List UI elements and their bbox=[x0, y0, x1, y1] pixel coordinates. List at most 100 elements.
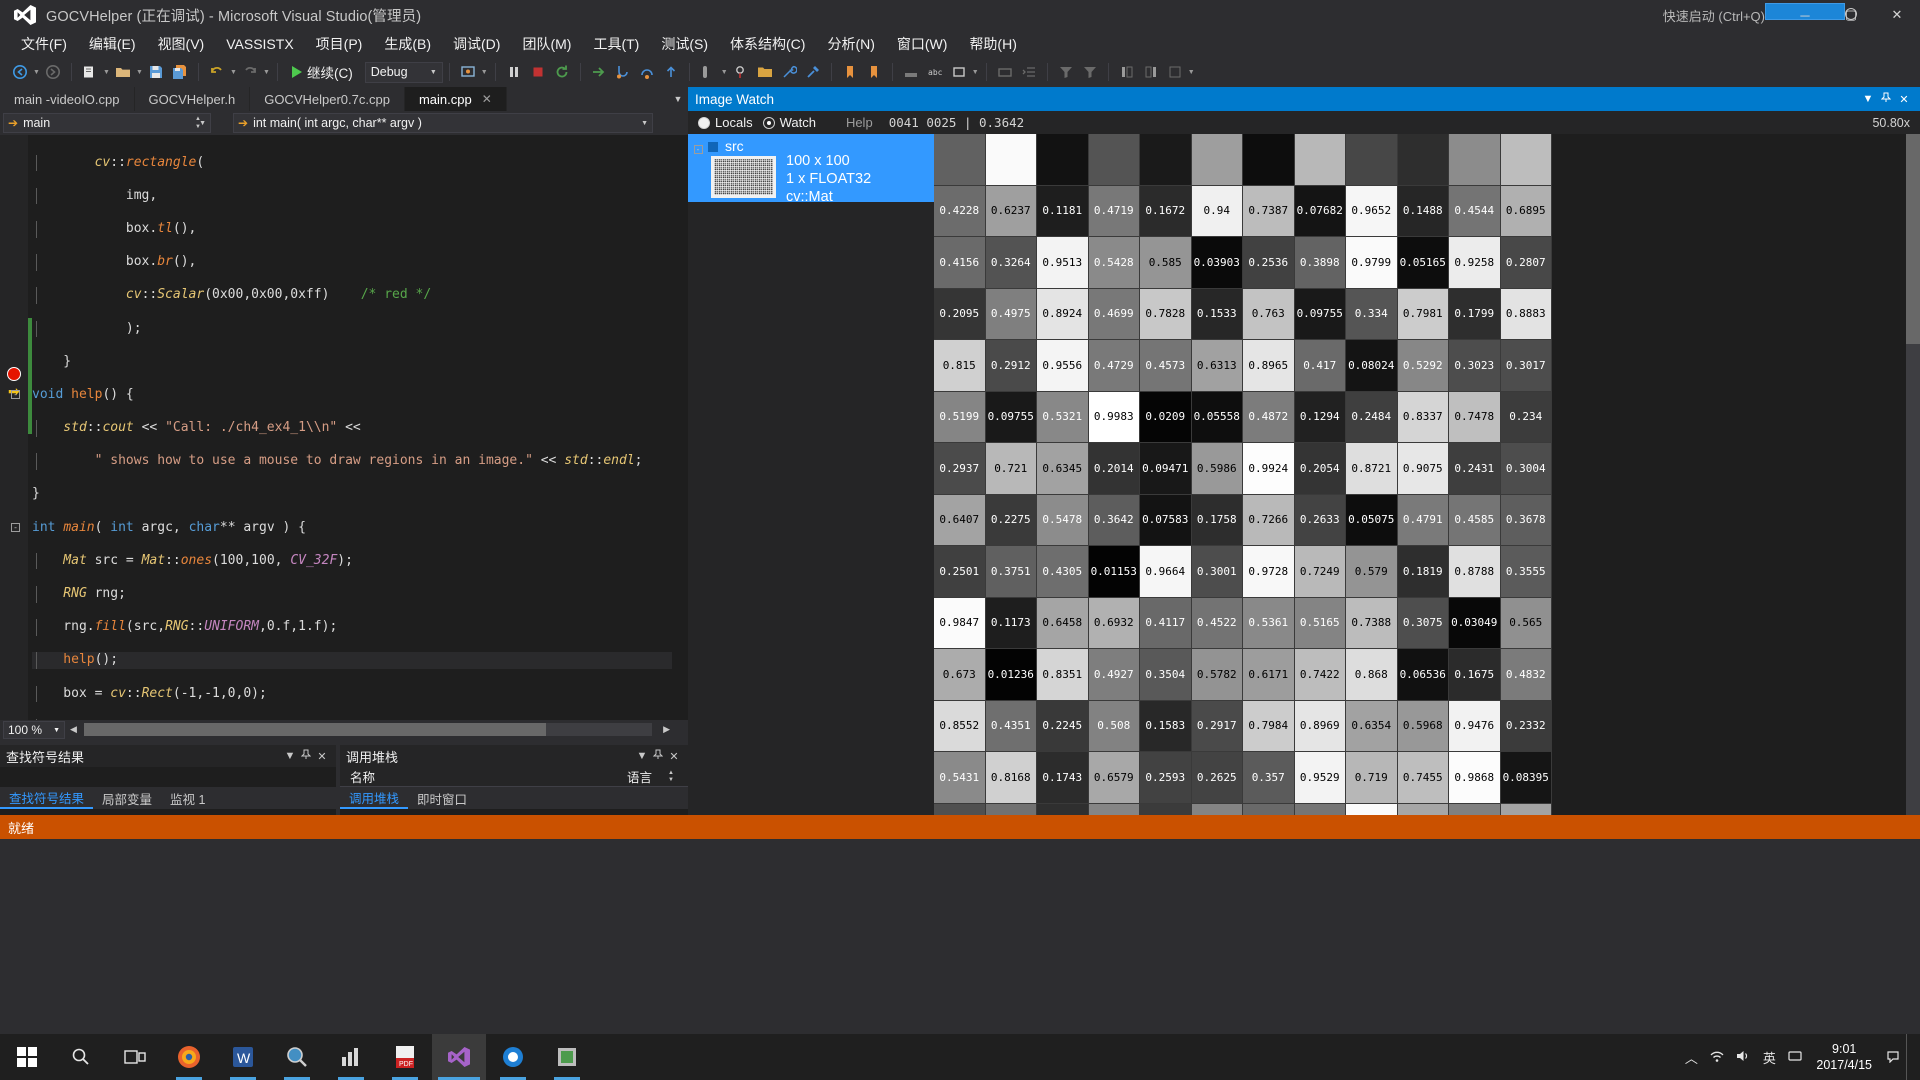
pixel-cell[interactable] bbox=[1294, 134, 1346, 186]
pixel-cell[interactable]: 0.7478 bbox=[1449, 391, 1501, 443]
pixel-cell[interactable]: 0.6354 bbox=[1346, 700, 1398, 752]
pixel-cell[interactable]: 0.4156 bbox=[934, 237, 986, 289]
pixel-cell[interactable]: 0.05165 bbox=[1397, 237, 1449, 289]
pixel-cell[interactable]: 0.03903 bbox=[1191, 237, 1243, 289]
pixel-cell[interactable]: 0.1672 bbox=[1140, 185, 1192, 237]
pixel-cell[interactable]: 0.6895 bbox=[1500, 185, 1552, 237]
pixel-cell[interactable] bbox=[1140, 134, 1192, 186]
taskview-icon[interactable] bbox=[108, 1034, 162, 1080]
word-icon[interactable]: W bbox=[216, 1034, 270, 1080]
pixel-cell[interactable]: 0.6345 bbox=[1037, 443, 1089, 495]
menu-item-edit[interactable]: 编辑(E) bbox=[78, 31, 147, 57]
pixel-cell[interactable]: 0.815 bbox=[934, 340, 986, 392]
pixel-cell[interactable]: 0.673 bbox=[934, 649, 986, 701]
pixel-cell[interactable]: 0.9983 bbox=[1088, 391, 1140, 443]
pixel-cell[interactable]: 0.08395 bbox=[1500, 752, 1552, 804]
pixel-cell[interactable]: 0.4587 bbox=[1294, 803, 1346, 815]
scope-combo[interactable]: ➔ main ▼ bbox=[3, 113, 211, 133]
pdf-icon[interactable]: PDF bbox=[378, 1034, 432, 1080]
pixel-cell[interactable]: 0.9924 bbox=[1243, 443, 1295, 495]
pixel-cell[interactable]: 0.2245 bbox=[1037, 700, 1089, 752]
pixel-cell[interactable]: 0.7387 bbox=[1243, 185, 1295, 237]
editor-margin[interactable]: ➡ bbox=[0, 135, 28, 720]
pixel-cell[interactable]: 0.6932 bbox=[1088, 597, 1140, 649]
close-icon[interactable]: ✕ bbox=[666, 750, 682, 763]
undo-caret-icon[interactable]: ▼ bbox=[229, 61, 238, 83]
list-item[interactable]: - src 100 x 100 1 x FLOAT32 cv::Mat bbox=[688, 134, 934, 205]
pixel-cell[interactable]: 0.9664 bbox=[1140, 546, 1192, 598]
pixel-cell[interactable]: 0.5428 bbox=[1088, 237, 1140, 289]
menu-item-team[interactable]: 团队(M) bbox=[511, 31, 582, 57]
pixel-cell[interactable]: 0.3004 bbox=[1500, 443, 1552, 495]
pixel-cell[interactable]: 0.1743 bbox=[1037, 752, 1089, 804]
pixel-cell[interactable]: 0.4872 bbox=[1243, 391, 1295, 443]
pixel-cell[interactable] bbox=[1449, 134, 1501, 186]
attach-process-icon[interactable] bbox=[457, 61, 479, 83]
close-button[interactable]: ✕ bbox=[1874, 0, 1920, 30]
configuration-combo[interactable]: Debug ▼ bbox=[364, 61, 443, 83]
pixel-cell[interactable] bbox=[1191, 134, 1243, 186]
code-text[interactable]: cv::rectangle( img, box.tl(), box.br(), … bbox=[11, 135, 672, 720]
pixel-cell[interactable]: 0.5782 bbox=[1191, 649, 1243, 701]
pixel-cell[interactable]: 0.2014 bbox=[1088, 443, 1140, 495]
pixel-cell[interactable]: 0.4573 bbox=[1140, 340, 1192, 392]
pixel-cell[interactable]: 0.5193 bbox=[1191, 803, 1243, 815]
pixel-cell[interactable]: 0.2937 bbox=[934, 443, 986, 495]
pixel-cell[interactable]: 0.8337 bbox=[1397, 391, 1449, 443]
close-icon[interactable]: ✕ bbox=[482, 92, 492, 106]
pixel-cell[interactable]: 0.1583 bbox=[1140, 700, 1192, 752]
pixel-cell[interactable]: 0.2917 bbox=[1191, 700, 1243, 752]
pixel-cell[interactable]: 0.579 bbox=[1346, 546, 1398, 598]
pixel-cell[interactable]: 0.8969 bbox=[1294, 700, 1346, 752]
pixel-cell[interactable]: 0.3141 bbox=[934, 803, 986, 815]
step-over-icon[interactable] bbox=[636, 61, 658, 83]
watch-label[interactable]: Watch bbox=[780, 115, 816, 130]
pixel-cell[interactable]: 0.4128 bbox=[1243, 803, 1295, 815]
pixel-cell[interactable]: 0.6379 bbox=[1500, 803, 1552, 815]
menu-item-build[interactable]: 生成(B) bbox=[373, 31, 442, 57]
member-combo[interactable]: ➔ int main( int argc, char** argv ) ▼ bbox=[233, 113, 653, 133]
pixel-cell[interactable] bbox=[934, 134, 986, 186]
pixel-cell[interactable]: 0.9847 bbox=[934, 597, 986, 649]
tab-watch-1[interactable]: 监视 1 bbox=[161, 787, 214, 809]
pixel-cell[interactable]: 0.9556 bbox=[1037, 340, 1089, 392]
menu-item-vassistx[interactable]: VASSISTX bbox=[215, 33, 304, 55]
ime-options-icon[interactable] bbox=[1782, 1049, 1808, 1066]
paint-icon[interactable] bbox=[486, 1034, 540, 1080]
window-menu-icon[interactable]: ▼ bbox=[1859, 93, 1877, 105]
step-into-icon[interactable] bbox=[612, 61, 634, 83]
pixel-cell[interactable]: 0.9799 bbox=[1346, 237, 1398, 289]
tab-find-symbol-results[interactable]: 查找符号结果 bbox=[0, 787, 94, 809]
expander-icon[interactable]: - bbox=[688, 137, 708, 155]
editor-zoom-combo[interactable]: 100 % ▼ bbox=[3, 721, 65, 739]
pixel-grid[interactable]: 0.4228 0.6237 0.1181 0.4719 0.1672 0.94 0.7387… bbox=[934, 134, 1920, 815]
pixel-cell[interactable]: 0.2332 bbox=[1140, 803, 1192, 815]
image-watch-vertical-scrollbar[interactable] bbox=[1906, 134, 1920, 815]
pixel-cell[interactable]: 0.4585 bbox=[1449, 494, 1501, 546]
scroll-left-icon[interactable]: ◀ bbox=[70, 724, 77, 735]
pixel-cell[interactable]: 0.1675 bbox=[1449, 649, 1501, 701]
tab-gocvhelper-h[interactable]: GOCVHelper.h bbox=[135, 87, 251, 111]
pixel-cell[interactable]: 0.2484 bbox=[1346, 391, 1398, 443]
scrollbar-thumb[interactable] bbox=[84, 723, 546, 736]
pixel-cell[interactable] bbox=[1037, 134, 1089, 186]
pixel-cell[interactable]: 0.1799 bbox=[1449, 288, 1501, 340]
pixel-cell[interactable]: 0.3264 bbox=[985, 237, 1037, 289]
pixel-cell[interactable]: 0.9513 bbox=[1037, 237, 1089, 289]
pixel-cell[interactable]: 0.4927 bbox=[1088, 649, 1140, 701]
menu-item-window[interactable]: 窗口(W) bbox=[886, 31, 959, 57]
tab-overflow-icon[interactable]: ▼ bbox=[668, 87, 688, 111]
tab-main-cpp[interactable]: main.cpp ✕ bbox=[404, 87, 507, 111]
continue-button[interactable]: 继续(C) bbox=[284, 61, 361, 83]
pixel-cell[interactable]: 0.4117 bbox=[1140, 597, 1192, 649]
pixel-cell[interactable]: 0.1181 bbox=[1037, 185, 1089, 237]
pixel-cell[interactable] bbox=[1346, 134, 1398, 186]
help-link[interactable]: Help bbox=[846, 115, 873, 130]
tab-call-stack[interactable]: 调用堆栈 bbox=[340, 787, 409, 809]
pixel-cell[interactable]: 0.8168 bbox=[985, 752, 1037, 804]
wrench-icon[interactable] bbox=[778, 61, 800, 83]
pixel-cell[interactable]: 0.3001 bbox=[1191, 546, 1243, 598]
pixel-cell[interactable]: 0.1824 bbox=[1037, 803, 1089, 815]
scroll-right-icon[interactable]: ▶ bbox=[663, 724, 670, 735]
thread-caret-icon[interactable]: ▼ bbox=[720, 61, 729, 83]
